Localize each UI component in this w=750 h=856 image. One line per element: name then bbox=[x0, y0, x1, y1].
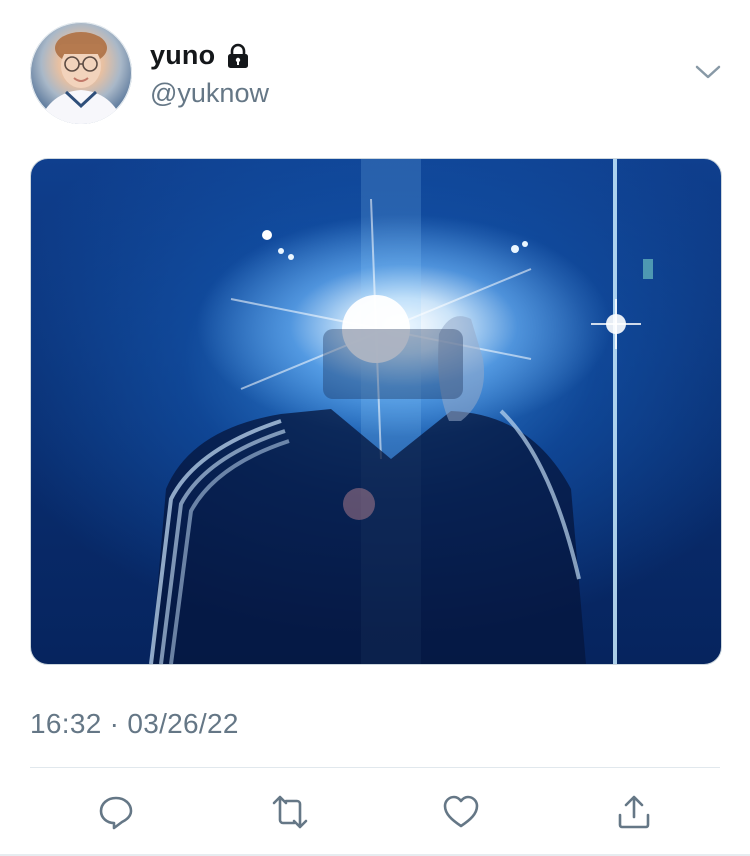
reply-icon bbox=[99, 796, 133, 830]
share-button[interactable] bbox=[604, 782, 664, 842]
like-button[interactable] bbox=[431, 782, 491, 842]
author-display-name[interactable]: yuno bbox=[150, 40, 215, 71]
retweet-button[interactable] bbox=[260, 782, 320, 842]
tweet-photo[interactable] bbox=[30, 158, 722, 665]
tweet-timestamp[interactable]: 16:32 · 03/26/22 bbox=[30, 708, 239, 740]
lock-icon bbox=[225, 43, 251, 69]
reply-button[interactable] bbox=[86, 782, 146, 842]
tweet-action-bar bbox=[0, 782, 750, 842]
like-icon bbox=[443, 795, 479, 828]
retweet-icon bbox=[272, 795, 308, 829]
divider bbox=[30, 767, 720, 768]
share-icon bbox=[618, 795, 650, 829]
chevron-down-icon[interactable] bbox=[694, 62, 722, 82]
author-name-row: yuno bbox=[150, 40, 251, 71]
author-handle[interactable]: @yuknow bbox=[150, 78, 269, 109]
author-avatar[interactable] bbox=[30, 22, 132, 124]
